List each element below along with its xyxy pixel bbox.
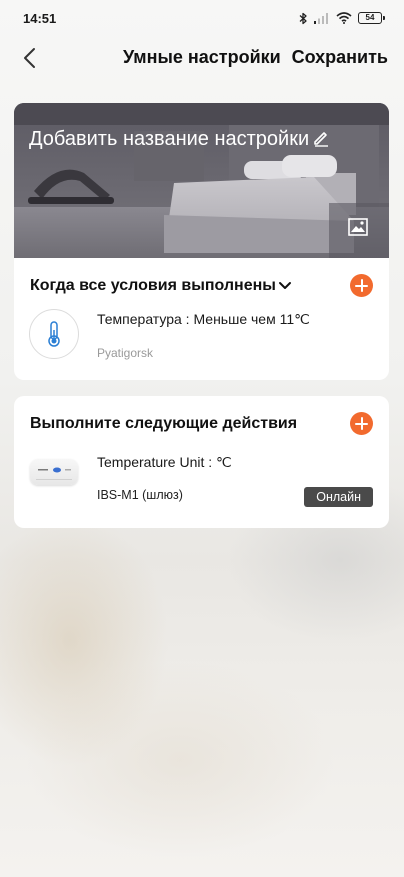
signal-icon xyxy=(314,13,328,24)
status-time: 14:51 xyxy=(23,11,57,26)
actions-card: Выполните следующие действия Temperature… xyxy=(14,396,389,528)
gateway-device-icon xyxy=(30,459,78,485)
add-condition-button[interactable] xyxy=(350,274,373,297)
status-bar: 14:51 54 xyxy=(0,0,404,36)
scene-name-field[interactable]: Добавить название настройки xyxy=(29,128,309,151)
status-icons: 54 xyxy=(299,9,385,27)
wifi-icon xyxy=(336,12,352,24)
battery-icon: 54 xyxy=(358,12,385,24)
action-item[interactable]: Temperature Unit : ℃ IBS-M1 (шлюз) Онлай… xyxy=(14,453,389,513)
conditions-card: Когда все условия выполнены Температура … xyxy=(14,258,389,380)
thermometer-icon xyxy=(29,309,79,359)
condition-item[interactable]: Температура : Меньше чем 11℃ Pyatigorsk xyxy=(14,308,389,364)
scene-cover-image[interactable]: Добавить название настройки xyxy=(14,103,389,258)
status-badge: Онлайн xyxy=(304,487,373,507)
page-title: Умные настройки xyxy=(123,47,281,67)
pencil-icon[interactable] xyxy=(312,129,330,147)
back-arrow-icon xyxy=(24,48,35,68)
condition-location: Pyatigorsk xyxy=(97,346,154,360)
chevron-down-icon[interactable] xyxy=(278,281,292,291)
add-action-button[interactable] xyxy=(350,412,373,435)
condition-label: Температура : Меньше чем 11℃ xyxy=(97,311,310,327)
back-button[interactable] xyxy=(18,42,44,72)
bedroom-photo xyxy=(14,103,389,258)
save-button[interactable]: Сохранить xyxy=(292,47,388,68)
conditions-title[interactable]: Когда все условия выполнены xyxy=(30,277,276,295)
bluetooth-icon xyxy=(299,12,307,24)
actions-title: Выполните следующие действия xyxy=(30,415,298,432)
action-device-name: IBS-M1 (шлюз) xyxy=(97,488,183,502)
header: Умные настройки Сохранить xyxy=(0,38,404,78)
image-icon[interactable] xyxy=(348,218,368,236)
action-label: Temperature Unit : ℃ xyxy=(97,454,232,470)
